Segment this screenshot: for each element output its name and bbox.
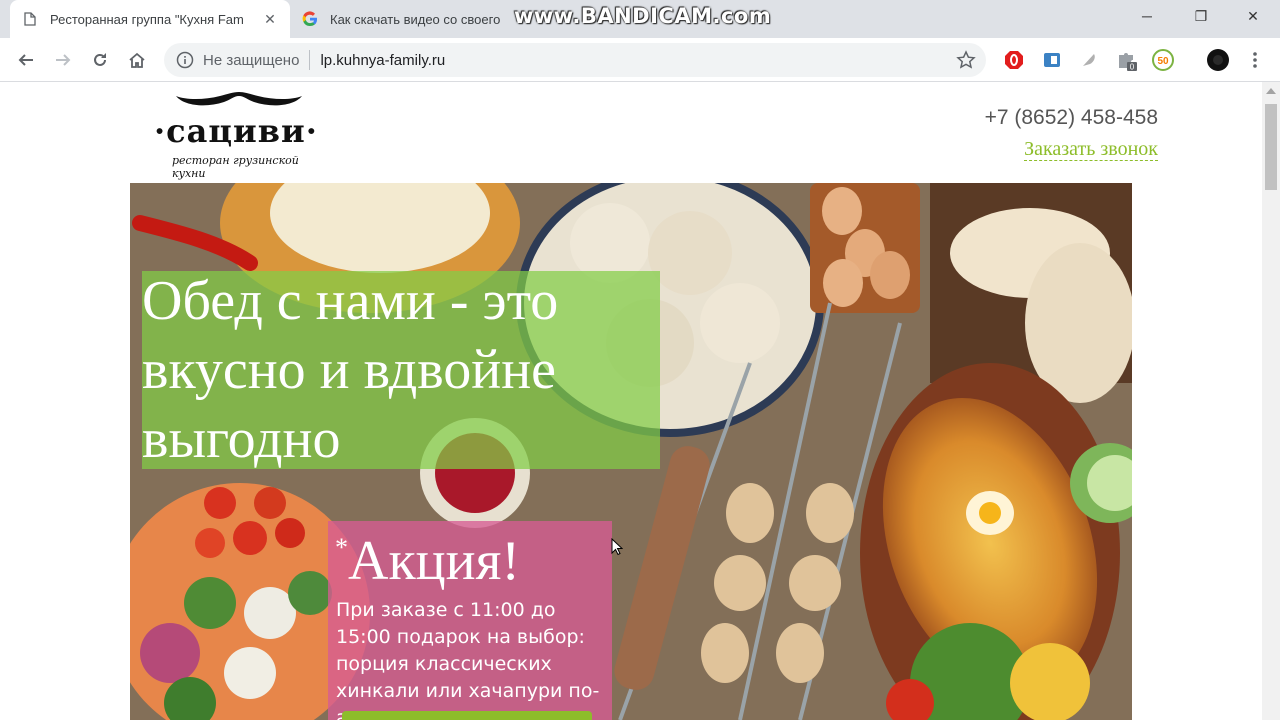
back-button[interactable]: [10, 44, 42, 76]
tab-restaurant[interactable]: Ресторанная группа "Кухня Fam ✕: [10, 0, 290, 38]
forward-button[interactable]: [47, 44, 79, 76]
url-text[interactable]: lp.kuhnya-family.ru: [320, 52, 445, 69]
info-icon[interactable]: [176, 51, 194, 69]
close-window-button[interactable]: ✕: [1230, 0, 1276, 32]
close-icon[interactable]: ✕: [262, 11, 278, 27]
promo-description: При заказе с 11:00 до 15:00 подарок на в…: [336, 599, 600, 720]
arrow-right-icon: [56, 54, 71, 66]
browser-toolbar: Не защищено lp.kuhnya-family.ru 0 50: [0, 38, 1280, 82]
bandicam-watermark: www.BANDICAM.com: [514, 4, 772, 28]
reload-button[interactable]: [84, 44, 116, 76]
page-icon: [22, 11, 38, 27]
promo-title-text: Акция!: [348, 530, 520, 592]
address-bar[interactable]: Не защищено lp.kuhnya-family.ru: [164, 43, 986, 77]
puzzle-icon[interactable]: 0: [1114, 48, 1138, 72]
svg-text:50: 50: [1157, 56, 1169, 67]
coupon-50-icon[interactable]: 50: [1151, 48, 1175, 72]
minimize-button[interactable]: ─: [1124, 0, 1170, 32]
site-logo[interactable]: ·сациви· ресторан грузинской кухни: [150, 90, 330, 180]
opera-vpn-icon[interactable]: [1002, 48, 1026, 72]
home-button[interactable]: [121, 44, 153, 76]
promo-order-button[interactable]: [342, 711, 592, 720]
hero-headline: Обед с нами - это вкусно и вдвойне выгод…: [142, 270, 559, 470]
page-scrollbar[interactable]: [1262, 82, 1280, 720]
google-icon: [302, 11, 318, 27]
promo-title: *Акция!: [335, 531, 520, 591]
divider: [309, 50, 311, 70]
promo-asterisk: *: [335, 533, 348, 562]
hero-banner: Обед с нами - это вкусно и вдвойне выгод…: [130, 183, 1132, 720]
tab-title: Ресторанная группа "Кухня Fam: [50, 11, 244, 27]
arrow-left-icon: [18, 54, 33, 66]
reload-icon: [94, 53, 106, 66]
tab-strip: Ресторанная группа "Кухня Fam ✕ Как скач…: [0, 0, 1280, 38]
logo-brand: ·сациви·: [154, 112, 318, 150]
home-icon: [129, 52, 145, 68]
menu-dots-icon[interactable]: [1243, 48, 1267, 72]
callback-link[interactable]: Заказать звонок: [1024, 138, 1158, 161]
scrollbar-thumb[interactable]: [1265, 104, 1277, 190]
page-viewport: ·сациви· ресторан грузинской кухни +7 (8…: [0, 82, 1262, 720]
logo-tagline: ресторан грузинской кухни: [172, 154, 299, 180]
mouse-cursor-icon: [611, 538, 623, 556]
phone-number[interactable]: +7 (8652) 458-458: [985, 106, 1158, 130]
extension-blue-icon[interactable]: [1040, 48, 1064, 72]
restore-button[interactable]: ❐: [1178, 0, 1224, 32]
svg-text:0: 0: [1130, 63, 1135, 72]
bookmark-star-icon[interactable]: [956, 50, 976, 70]
feather-icon[interactable]: [1077, 48, 1101, 72]
security-status[interactable]: Не защищено: [203, 52, 299, 69]
scroll-up-arrow-icon[interactable]: [1266, 88, 1276, 94]
mustache-icon: [176, 92, 302, 106]
profile-avatar-icon[interactable]: [1206, 48, 1230, 72]
